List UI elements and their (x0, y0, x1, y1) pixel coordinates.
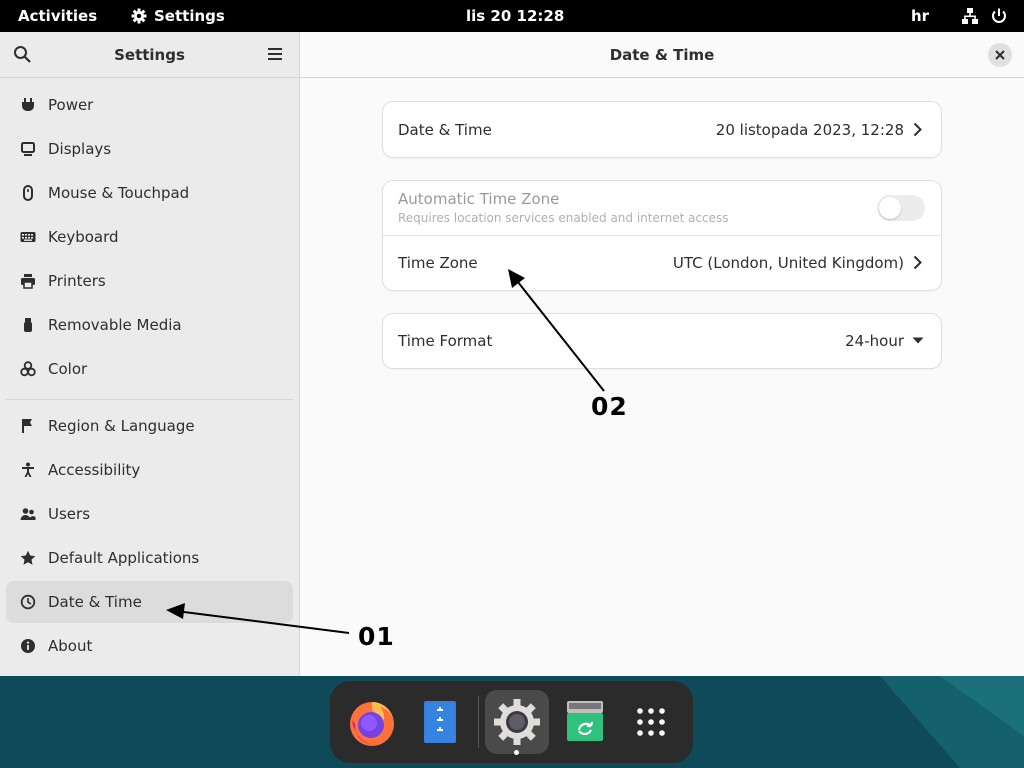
toggle-knob (879, 197, 901, 219)
app-menu[interactable]: Settings (131, 7, 225, 25)
automatic-time-zone-toggle[interactable] (877, 195, 925, 221)
hamburger-menu-icon[interactable] (266, 46, 284, 66)
sidebar-item-region-language[interactable]: Region & Language (6, 405, 293, 447)
sidebar-separator (6, 399, 293, 400)
close-icon (995, 50, 1005, 60)
sidebar-item-mouse-touchpad[interactable]: Mouse & Touchpad (6, 172, 293, 214)
files-icon (424, 701, 456, 743)
automatic-time-zone-subtitle: Requires location services enabled and i… (398, 211, 729, 225)
date-time-card: Date & Time 20 listopada 2023, 12:28 (383, 102, 941, 157)
power-plug-icon (22, 98, 34, 111)
automatic-time-zone-label: Automatic Time Zone (398, 190, 560, 208)
sidebar-title: Settings (114, 46, 185, 64)
sidebar-item-about[interactable]: About (6, 625, 293, 667)
sidebar-item-label: Date & Time (48, 593, 142, 611)
sidebar-item-label: Accessibility (48, 461, 141, 479)
network-icon[interactable] (961, 7, 979, 29)
power-icon[interactable] (990, 7, 1008, 29)
users-icon (20, 508, 36, 520)
sidebar-header: Settings (0, 32, 299, 78)
date-time-value: 20 listopada 2023, 12:28 (715, 121, 904, 139)
chevron-right-icon (913, 255, 922, 270)
sidebar-item-users[interactable]: Users (6, 493, 293, 535)
sidebar-item-printers[interactable]: Printers (6, 260, 293, 302)
sidebar-item-keyboard[interactable]: Keyboard (6, 216, 293, 258)
printer-icon (21, 274, 35, 289)
automatic-time-zone-row: Automatic Time Zone Requires location se… (383, 181, 941, 235)
top-bar: Activities Settings lis 20 12:28 hr (0, 0, 1024, 32)
firefox-icon (350, 702, 394, 746)
info-icon (21, 639, 35, 653)
dock-separator (478, 696, 479, 748)
dock-item-settings[interactable] (485, 690, 549, 754)
sidebar-item-label: About (48, 637, 93, 655)
sidebar-item-accessibility[interactable]: Accessibility (6, 449, 293, 491)
sidebar-item-label: Keyboard (48, 228, 119, 246)
app-grid-icon (637, 708, 665, 736)
sidebar-item-label: Color (48, 360, 88, 378)
software-icon (567, 701, 603, 741)
sidebar-item-label: Power (48, 96, 94, 114)
time-format-value[interactable]: 24-hour (845, 332, 904, 350)
dock-item-firefox[interactable] (340, 690, 404, 754)
sidebar-item-date-time[interactable]: Date & Time (6, 581, 293, 623)
clock-icon (20, 594, 36, 610)
date-time-row[interactable]: Date & Time 20 listopada 2023, 12:28 (383, 102, 941, 157)
star-icon (20, 550, 36, 565)
color-icon (20, 361, 36, 377)
dock-item-app-grid[interactable] (619, 690, 683, 754)
sidebar-item-displays[interactable]: Displays (6, 128, 293, 170)
annotation-label-01: 01 (358, 622, 395, 651)
annotation-label-02: 02 (591, 392, 628, 421)
time-format-card: Time Format 24-hour (383, 314, 941, 368)
sidebar-item-label: Region & Language (48, 417, 195, 435)
usb-icon (24, 318, 32, 332)
clock[interactable]: lis 20 12:28 (466, 7, 564, 25)
dock (330, 681, 693, 763)
app-menu-label: Settings (154, 7, 225, 25)
timezone-card: Automatic Time Zone Requires location se… (383, 181, 941, 290)
sidebar-item-label: Users (48, 505, 91, 523)
sidebar-item-power[interactable]: Power (6, 84, 293, 126)
sidebar-item-label: Default Applications (48, 549, 200, 567)
sidebar-item-label: Mouse & Touchpad (48, 184, 190, 202)
time-zone-value: UTC (London, United Kingdom) (672, 254, 904, 272)
date-time-label: Date & Time (398, 121, 492, 139)
dock-item-software[interactable] (553, 690, 617, 754)
accessibility-icon (22, 462, 34, 477)
time-format-row[interactable]: Time Format 24-hour (383, 314, 941, 368)
close-button[interactable] (988, 43, 1012, 67)
sidebar-item-default-applications[interactable]: Default Applications (6, 537, 293, 579)
time-format-label: Time Format (398, 332, 493, 350)
sidebar-item-label: Printers (48, 272, 106, 290)
display-icon (21, 142, 35, 156)
sidebar-item-removable-media[interactable]: Removable Media (6, 304, 293, 346)
content-header: Date & Time (300, 32, 1024, 78)
settings-icon (494, 699, 540, 745)
keyboard-layout-indicator[interactable]: hr (911, 7, 929, 25)
page-title: Date & Time (609, 46, 715, 64)
mouse-icon (23, 185, 33, 201)
gear-icon (131, 8, 147, 24)
flag-icon (22, 419, 32, 433)
sidebar-item-label: Displays (48, 140, 112, 158)
keyboard-icon (20, 232, 36, 242)
time-zone-row[interactable]: Time Zone UTC (London, United Kingdom) (383, 236, 941, 290)
chevron-down-icon (912, 337, 924, 344)
sidebar: Settings Power Displays Mouse & Touchpad… (0, 32, 300, 676)
activities-button[interactable]: Activities (18, 7, 97, 25)
running-indicator (514, 750, 519, 755)
time-zone-label: Time Zone (398, 254, 478, 272)
sidebar-item-label: Removable Media (48, 316, 182, 334)
sidebar-item-color[interactable]: Color (6, 348, 293, 390)
chevron-right-icon (913, 122, 922, 137)
dock-item-files[interactable] (408, 690, 472, 754)
